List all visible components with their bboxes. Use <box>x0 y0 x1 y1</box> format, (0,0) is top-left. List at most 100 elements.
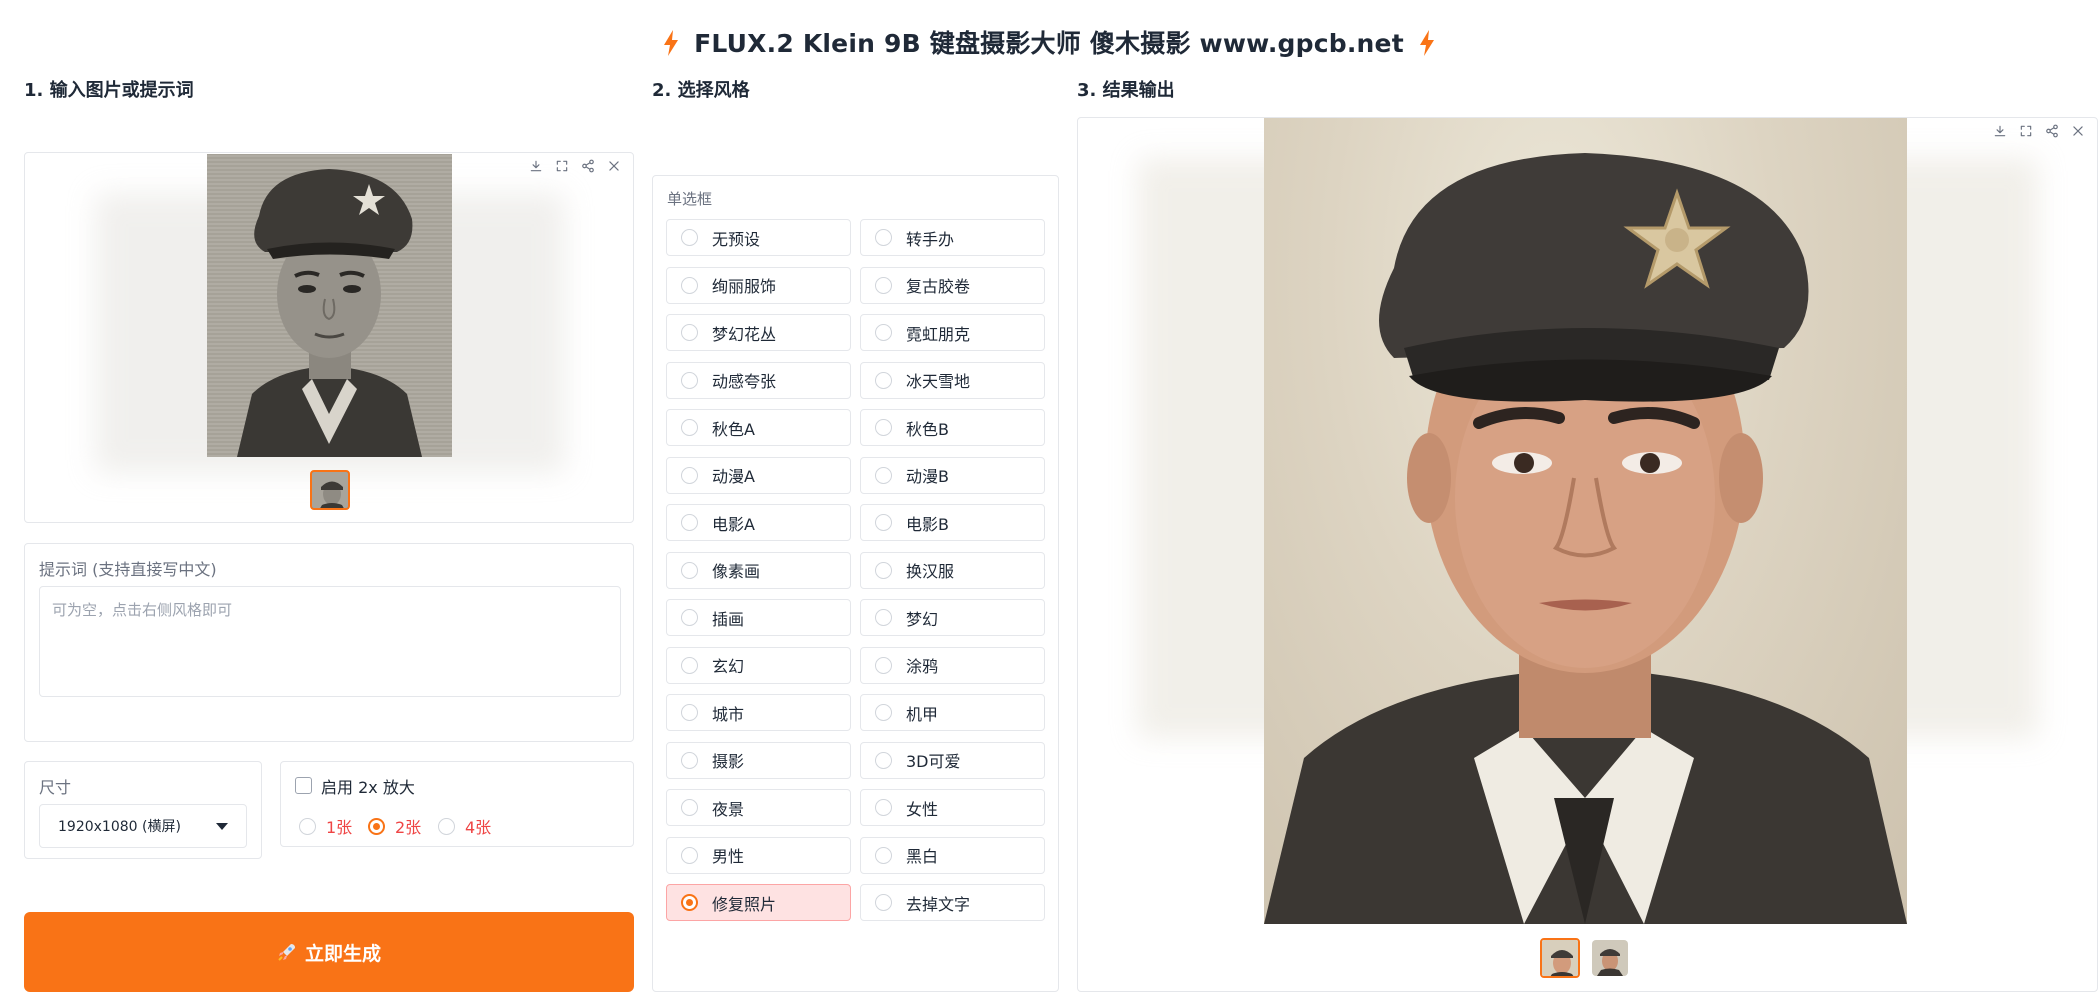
download-icon[interactable] <box>525 155 547 177</box>
size-panel: 尺寸 1920x1080 (横屏) <box>24 761 262 859</box>
count-option-2[interactable]: 2张 <box>368 814 421 838</box>
thumbnail-image <box>312 472 348 508</box>
style-radio[interactable] <box>875 846 892 864</box>
fullscreen-icon[interactable] <box>551 155 573 177</box>
style-radio[interactable] <box>681 609 698 626</box>
style-radio[interactable] <box>875 514 892 531</box>
style-radio[interactable] <box>875 229 892 246</box>
style-option[interactable]: 复古胶卷 <box>860 266 1045 304</box>
style-option[interactable]: 男性 <box>666 836 851 874</box>
style-radio[interactable] <box>681 371 698 389</box>
input-thumbnail[interactable] <box>310 470 350 510</box>
style-option[interactable]: 秋色B <box>860 409 1045 446</box>
count-radio-1[interactable] <box>299 817 316 835</box>
style-radio[interactable] <box>875 371 892 389</box>
style-option[interactable]: 绚丽服饰 <box>666 266 851 304</box>
style-radio[interactable] <box>681 704 698 721</box>
style-option[interactable]: 转手办 <box>860 219 1045 256</box>
style-radio[interactable] <box>875 561 892 579</box>
style-option[interactable]: 无预设 <box>666 219 851 256</box>
count-radio-2[interactable] <box>368 817 385 835</box>
style-radio[interactable] <box>875 656 892 674</box>
style-option[interactable]: 夜景 <box>666 789 851 826</box>
style-option[interactable]: 城市 <box>666 694 851 731</box>
style-option[interactable]: 动感夸张 <box>666 361 851 399</box>
style-option[interactable]: 机甲 <box>860 694 1045 731</box>
result-thumbnail-1[interactable] <box>1540 938 1580 978</box>
result-thumbnail-2[interactable] <box>1592 940 1628 976</box>
style-radio[interactable] <box>875 276 892 294</box>
prompt-panel: 提示词 (支持直接写中文) 可为空，点击右侧风格即可 <box>24 543 634 742</box>
style-option[interactable]: 像素画 <box>666 551 851 589</box>
generate-button[interactable]: 立即生成 <box>24 912 634 992</box>
style-option-label: 黑白 <box>906 847 939 866</box>
style-option[interactable]: 插画 <box>666 599 851 636</box>
style-radio[interactable] <box>681 229 698 246</box>
count-option-1[interactable]: 1张 <box>299 814 352 838</box>
size-select[interactable]: 1920x1080 (横屏) <box>39 804 247 848</box>
style-option[interactable]: 换汉服 <box>860 551 1045 589</box>
prompt-textarea[interactable]: 可为空，点击右侧风格即可 <box>39 586 621 697</box>
style-radio[interactable] <box>681 846 698 864</box>
style-option[interactable]: 摄影 <box>666 741 851 779</box>
count-radio-4[interactable] <box>438 817 455 835</box>
style-radio[interactable] <box>875 324 892 341</box>
close-icon[interactable] <box>603 155 625 177</box>
style-option[interactable]: 修复照片 <box>666 884 851 921</box>
style-radio[interactable] <box>681 751 698 769</box>
close-icon[interactable] <box>2067 120 2089 142</box>
download-icon[interactable] <box>1989 120 2011 142</box>
style-radio[interactable] <box>875 894 892 911</box>
style-option-label: 男性 <box>712 847 745 866</box>
share-icon[interactable] <box>2041 120 2063 142</box>
size-select-value: 1920x1080 (横屏) <box>58 819 181 835</box>
style-radio[interactable] <box>875 609 892 626</box>
style-radio[interactable] <box>875 704 892 721</box>
style-radio[interactable] <box>681 514 698 531</box>
style-option[interactable]: 涂鸦 <box>860 646 1045 684</box>
style-radio[interactable] <box>681 656 698 674</box>
style-option[interactable]: 电影A <box>666 504 851 541</box>
style-option[interactable]: 秋色A <box>666 409 851 446</box>
result-photo <box>1264 118 1907 924</box>
style-radio[interactable] <box>875 751 892 769</box>
style-option[interactable]: 3D可爱 <box>860 741 1045 779</box>
fullscreen-icon[interactable] <box>2015 120 2037 142</box>
upscale-checkbox[interactable] <box>295 777 312 794</box>
style-option[interactable]: 梦幻花丛 <box>666 314 851 351</box>
style-radio[interactable] <box>681 894 698 911</box>
input-photo <box>207 154 452 457</box>
style-option[interactable]: 霓虹朋克 <box>860 314 1045 351</box>
result-panel[interactable] <box>1077 117 2098 992</box>
input-image-panel[interactable] <box>24 152 634 523</box>
style-option-label: 绚丽服饰 <box>712 277 777 296</box>
style-radio[interactable] <box>875 419 892 436</box>
style-radio[interactable] <box>681 561 698 579</box>
style-radio[interactable] <box>681 276 698 294</box>
style-radio[interactable] <box>681 466 698 484</box>
style-option[interactable]: 玄幻 <box>666 646 851 684</box>
count-label-2: 2张 <box>395 818 422 837</box>
style-option[interactable]: 动漫B <box>860 456 1045 494</box>
style-option[interactable]: 去掉文字 <box>860 884 1045 921</box>
style-option[interactable]: 电影B <box>860 504 1045 541</box>
style-radio[interactable] <box>875 799 892 816</box>
share-icon[interactable] <box>577 155 599 177</box>
style-radio[interactable] <box>681 419 698 436</box>
style-option-label: 复古胶卷 <box>906 277 971 296</box>
style-option[interactable]: 黑白 <box>860 836 1045 874</box>
count-option-4[interactable]: 4张 <box>438 814 491 838</box>
style-option-label: 电影A <box>712 514 755 534</box>
style-option-label: 冰天雪地 <box>906 372 971 391</box>
count-label-1: 1张 <box>326 818 353 837</box>
style-option[interactable]: 女性 <box>860 789 1045 826</box>
thumbnail-image <box>1542 940 1578 976</box>
style-option-label: 梦幻 <box>906 609 939 629</box>
size-label: 尺寸 <box>39 778 72 797</box>
style-radio[interactable] <box>681 799 698 816</box>
style-option[interactable]: 动漫A <box>666 456 851 494</box>
style-radio[interactable] <box>875 466 892 484</box>
style-radio[interactable] <box>681 324 698 341</box>
style-option[interactable]: 冰天雪地 <box>860 361 1045 399</box>
style-option[interactable]: 梦幻 <box>860 599 1045 636</box>
